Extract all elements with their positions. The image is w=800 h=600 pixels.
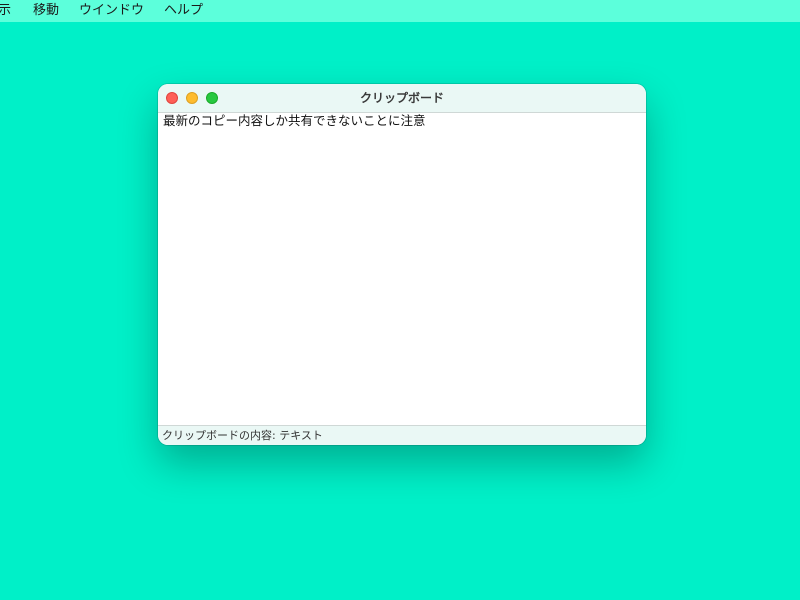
clipboard-content-area[interactable]: 最新のコピー内容しか共有できないことに注意 bbox=[158, 113, 646, 425]
menu-bar: 示 移動 ウインドウ ヘルプ bbox=[0, 0, 800, 22]
clipboard-content-text: 最新のコピー内容しか共有できないことに注意 bbox=[163, 113, 426, 128]
status-bar: クリップボードの内容: テキスト bbox=[158, 425, 646, 445]
menu-item-window[interactable]: ウインドウ bbox=[69, 0, 154, 22]
title-bar[interactable]: クリップボード bbox=[158, 84, 646, 113]
status-text: クリップボードの内容: テキスト bbox=[162, 429, 323, 442]
menu-item-help[interactable]: ヘルプ bbox=[154, 0, 213, 22]
menu-item-view[interactable]: 示 bbox=[0, 0, 23, 22]
menu-item-go[interactable]: 移動 bbox=[23, 0, 69, 22]
window-title: クリップボード bbox=[359, 91, 444, 105]
clipboard-window: クリップボード 最新のコピー内容しか共有できないことに注意 クリップボードの内容… bbox=[158, 84, 646, 445]
